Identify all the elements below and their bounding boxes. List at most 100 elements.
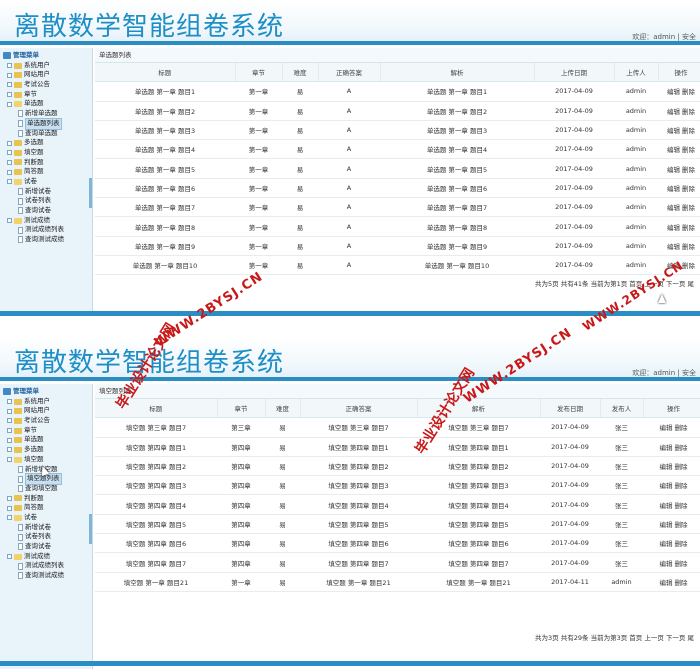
tree-toggle-icon[interactable] <box>7 63 12 69</box>
tree-toggle-icon[interactable] <box>7 72 12 78</box>
delete-link[interactable]: 删除 <box>682 224 695 232</box>
tree-toggle-icon[interactable] <box>7 101 12 107</box>
delete-link[interactable]: 删除 <box>682 127 695 135</box>
delete-link[interactable]: 删除 <box>675 502 688 510</box>
sidebar-item[interactable]: 测试成绩 <box>3 216 64 226</box>
tree-toggle-icon[interactable] <box>7 447 12 453</box>
sidebar-item[interactable]: 简答题 <box>3 503 64 513</box>
tree-toggle-icon[interactable] <box>7 150 12 156</box>
delete-link[interactable]: 删除 <box>675 540 688 548</box>
sidebar-item[interactable]: 判断题 <box>3 158 64 168</box>
delete-link[interactable]: 删除 <box>682 88 695 96</box>
delete-link[interactable]: 删除 <box>675 482 688 490</box>
edit-link[interactable]: 编辑 <box>667 108 680 116</box>
edit-link[interactable]: 编辑 <box>667 185 680 193</box>
sidebar-item[interactable]: 查询试卷 <box>3 542 64 552</box>
edit-link[interactable]: 编辑 <box>660 560 673 568</box>
tree-toggle-icon[interactable] <box>7 218 12 224</box>
delete-link[interactable]: 删除 <box>682 166 695 174</box>
edit-link[interactable]: 编辑 <box>667 243 680 251</box>
delete-link[interactable]: 删除 <box>675 444 688 452</box>
sidebar-item[interactable]: 考试公告 <box>3 416 64 426</box>
sidebar-item[interactable]: 测试成绩列表 <box>3 225 64 235</box>
edit-link[interactable]: 编辑 <box>660 444 673 452</box>
tree-toggle-icon[interactable] <box>7 92 12 98</box>
edit-link[interactable]: 编辑 <box>667 146 680 154</box>
sidebar-item[interactable]: 试卷列表 <box>3 196 64 206</box>
pagination[interactable]: 共为3页 共有29条 当前为第3页 首页 上一页 下一页 尾 <box>535 632 694 642</box>
sidebar-item[interactable]: 填空题 <box>3 455 64 465</box>
sidebar-item[interactable]: 查询试卷 <box>3 206 64 216</box>
edit-link[interactable]: 编辑 <box>660 579 673 587</box>
sidebar-item[interactable]: 查询单选题 <box>3 129 64 139</box>
sidebar-item[interactable]: 试卷列表 <box>3 532 64 542</box>
sidebar-item[interactable]: 单选题 <box>3 435 64 445</box>
tree-toggle-icon[interactable] <box>7 159 12 165</box>
sidebar-item[interactable]: 系统用户 <box>3 397 64 407</box>
delete-link[interactable]: 删除 <box>675 424 688 432</box>
tree-toggle-icon[interactable] <box>7 495 12 501</box>
tree-toggle-icon[interactable] <box>7 179 12 185</box>
tree-toggle-icon[interactable] <box>7 515 12 521</box>
tree-toggle-icon[interactable] <box>7 437 12 443</box>
sidebar-item[interactable]: 测试成绩列表 <box>3 561 64 571</box>
sidebar-item[interactable]: 判断题 <box>3 494 64 504</box>
sidebar-item[interactable]: 新增试卷 <box>3 523 64 533</box>
edit-link[interactable]: 编辑 <box>667 224 680 232</box>
delete-link[interactable]: 删除 <box>682 185 695 193</box>
edit-link[interactable]: 编辑 <box>660 502 673 510</box>
sidebar-item[interactable]: 管理菜单 <box>3 51 64 61</box>
sidebar-collapse-handle[interactable] <box>89 514 92 544</box>
sidebar-item[interactable]: 系统用户 <box>3 61 64 71</box>
sidebar-item[interactable]: 试卷 <box>3 177 64 187</box>
tree-toggle-icon[interactable] <box>7 169 12 175</box>
edit-link[interactable]: 编辑 <box>660 482 673 490</box>
tree-toggle-icon[interactable] <box>7 418 12 424</box>
tree-toggle-icon[interactable] <box>7 399 12 405</box>
tree-toggle-icon[interactable] <box>7 408 12 414</box>
tree-toggle-icon[interactable] <box>7 140 12 146</box>
sidebar-item[interactable]: 考试公告 <box>3 80 64 90</box>
delete-link[interactable]: 删除 <box>675 560 688 568</box>
main-content: 填空题列表 标题 章节 难度 正确答案 解析 发布日期 发布人 操作 填空题 第三章 题目7 第… <box>95 384 700 669</box>
delete-link[interactable]: 删除 <box>675 463 688 471</box>
tree-toggle-icon[interactable] <box>7 505 12 511</box>
sidebar-item[interactable]: 管理菜单 <box>3 387 64 397</box>
edit-link[interactable]: 编辑 <box>660 424 673 432</box>
sidebar-item[interactable]: 网站用户 <box>3 70 64 80</box>
edit-link[interactable]: 编辑 <box>660 540 673 548</box>
edit-link[interactable]: 编辑 <box>667 204 680 212</box>
tree-toggle-icon[interactable] <box>7 554 12 560</box>
delete-link[interactable]: 删除 <box>675 579 688 587</box>
edit-link[interactable]: 编辑 <box>667 88 680 96</box>
sidebar-item[interactable]: 简答题 <box>3 167 64 177</box>
sidebar-item[interactable]: 章节 <box>3 90 64 100</box>
sidebar-item[interactable]: 多选题 <box>3 138 64 148</box>
delete-link[interactable]: 删除 <box>682 243 695 251</box>
sidebar-item[interactable]: 测试成绩 <box>3 552 64 562</box>
sidebar-collapse-handle[interactable] <box>89 178 92 208</box>
edit-link[interactable]: 编辑 <box>660 521 673 529</box>
sidebar-item[interactable]: 试卷 <box>3 513 64 523</box>
edit-link[interactable]: 编辑 <box>660 463 673 471</box>
sidebar-item[interactable]: 多选题 <box>3 445 64 455</box>
sidebar-item[interactable]: 填空题 <box>3 148 64 158</box>
sidebar-item[interactable]: 单选题列表 <box>3 117 64 130</box>
sidebar-item[interactable]: 单选题 <box>3 99 64 109</box>
edit-link[interactable]: 编辑 <box>667 166 680 174</box>
sidebar-item[interactable]: 网站用户 <box>3 406 64 416</box>
tree-toggle-icon[interactable] <box>7 457 12 463</box>
sidebar-item[interactable]: 章节 <box>3 426 64 436</box>
delete-link[interactable]: 删除 <box>682 204 695 212</box>
delete-link[interactable]: 删除 <box>675 521 688 529</box>
edit-link[interactable]: 编辑 <box>667 127 680 135</box>
tree-toggle-icon[interactable] <box>7 428 12 434</box>
delete-link[interactable]: 删除 <box>682 108 695 116</box>
sidebar-item[interactable]: 新增试卷 <box>3 187 64 197</box>
sidebar-item[interactable]: 填空题列表 <box>3 473 64 485</box>
sidebar-item[interactable]: 查询测试成绩 <box>3 571 64 581</box>
tree-toggle-icon[interactable] <box>7 82 12 88</box>
sidebar-item[interactable]: 查询测试成绩 <box>3 235 64 245</box>
delete-link[interactable]: 删除 <box>682 146 695 154</box>
sidebar-item[interactable]: 查询填空题 <box>3 484 64 494</box>
